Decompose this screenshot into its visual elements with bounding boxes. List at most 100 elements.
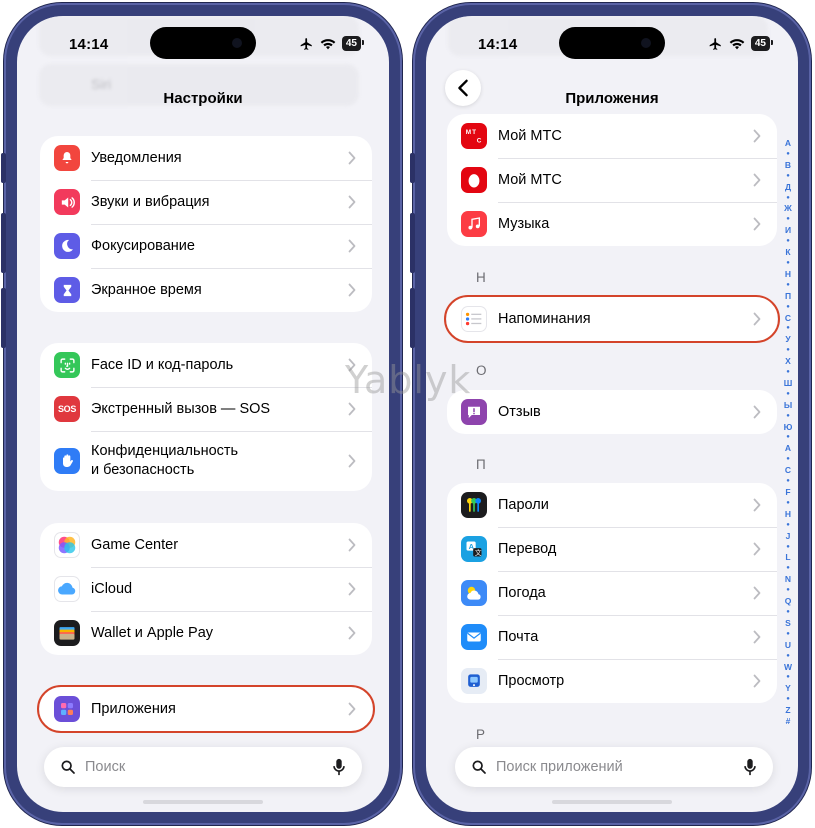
list-item-label: Фокусирование <box>91 237 195 254</box>
svg-text:Т: Т <box>472 129 476 136</box>
list-item-keys[interactable]: Пароли <box>447 483 777 527</box>
list-item-preview[interactable]: Просмотр <box>447 659 777 703</box>
chevron-right-icon <box>753 405 761 419</box>
list-item-sos[interactable]: SOS Экстренный вызов — SOS <box>40 387 372 431</box>
list-item-weather[interactable]: Погода <box>447 571 777 615</box>
wifi-icon <box>320 38 336 49</box>
index-letter[interactable]: U <box>785 640 791 651</box>
index-letter[interactable]: И <box>785 225 791 236</box>
index-letter[interactable]: Y <box>785 683 791 694</box>
index-dot[interactable]: ● <box>786 520 790 531</box>
index-letter[interactable]: Z <box>785 705 790 716</box>
dynamic-island <box>150 27 256 59</box>
list-item-hourglass[interactable]: Экранное время <box>40 268 372 312</box>
index-letter[interactable]: F <box>785 487 790 498</box>
svg-text:С: С <box>477 137 482 144</box>
index-dot[interactable]: ● <box>786 367 790 378</box>
index-dot[interactable]: ● <box>786 563 790 574</box>
list-item-label: Перевод <box>498 540 557 557</box>
list-item-moon[interactable]: Фокусирование <box>40 224 372 268</box>
microphone-icon[interactable] <box>743 758 757 776</box>
list-item-translate[interactable]: A 文 Перевод <box>447 527 777 571</box>
index-letter[interactable]: J <box>786 531 791 542</box>
index-letter[interactable]: C <box>785 465 791 476</box>
index-letter[interactable]: К <box>785 247 790 258</box>
list-item-reminders[interactable]: Напоминания <box>447 297 777 341</box>
index-dot[interactable]: ● <box>786 694 790 705</box>
index-letter[interactable]: Х <box>785 356 791 367</box>
list-item-mail[interactable]: Почта <box>447 615 777 659</box>
index-dot[interactable]: ● <box>786 171 790 182</box>
chevron-right-icon <box>753 217 761 231</box>
index-letter[interactable]: H <box>785 509 791 520</box>
list-item-apps-grid[interactable]: Приложения <box>40 687 372 731</box>
index-letter[interactable]: Д <box>785 182 791 193</box>
list-item-feedback[interactable]: Отзыв <box>447 390 777 434</box>
index-dot[interactable]: ● <box>786 498 790 509</box>
index-letter[interactable]: П <box>785 291 791 302</box>
list-item-mts[interactable]: М Т С Мой МТС <box>447 114 777 158</box>
list-item-speaker[interactable]: Звуки и вибрация <box>40 180 372 224</box>
speaker-icon <box>54 189 80 215</box>
index-dot[interactable]: ● <box>786 476 790 487</box>
index-dot[interactable]: ● <box>786 236 790 247</box>
index-letter[interactable]: S <box>785 618 791 629</box>
left-phone: 14:14 45 Siri Настройки Уведомления Звуки… <box>1 3 402 825</box>
alphabet-index[interactable]: А ● В ● Д ● Ж ● И ● К ● Н ● П ● С ● У ● Х ● Ш ● Ы ● Ю ● A ● C ● F ● H ● J ● L ●… <box>782 138 794 727</box>
index-dot[interactable]: ● <box>786 607 790 618</box>
search-icon <box>472 760 486 774</box>
list-item-label: Мой МТС <box>498 127 562 144</box>
index-dot[interactable]: ● <box>786 302 790 313</box>
index-letter[interactable]: Ш <box>784 378 793 389</box>
index-letter[interactable]: Н <box>785 269 791 280</box>
microphone-icon[interactable] <box>332 758 346 776</box>
index-letter[interactable]: Ю <box>784 422 793 433</box>
index-dot[interactable]: ● <box>786 345 790 356</box>
index-dot[interactable]: ● <box>786 432 790 443</box>
index-letter[interactable]: У <box>785 334 790 345</box>
app-search-bar[interactable]: Поиск приложений <box>455 747 773 787</box>
index-letter[interactable]: N <box>785 574 791 585</box>
section-letter-n: Н <box>476 270 486 285</box>
list-item-hand[interactable]: Конфиденциальность и безопасность <box>40 431 372 491</box>
index-dot[interactable]: ● <box>786 454 790 465</box>
index-dot[interactable]: ● <box>786 411 790 422</box>
list-item-faceid[interactable]: Face ID и код-пароль <box>40 343 372 387</box>
section-letter-r: Р <box>476 727 486 742</box>
list-item-cloud[interactable]: iCloud <box>40 567 372 611</box>
list-item-label: Game Center <box>91 536 179 553</box>
right-phone: 14:14 45 Приложения М Т С Мой МТС Мой МТС Муз… <box>410 3 811 825</box>
hourglass-icon <box>54 277 80 303</box>
index-letter[interactable]: L <box>785 552 790 563</box>
index-dot[interactable]: ● <box>786 149 790 160</box>
index-dot[interactable]: ● <box>786 542 790 553</box>
index-dot[interactable]: ● <box>786 389 790 400</box>
index-dot[interactable]: ● <box>786 280 790 291</box>
index-dot[interactable]: ● <box>786 214 790 225</box>
index-letter[interactable]: Q <box>785 596 792 607</box>
home-indicator <box>552 800 672 804</box>
index-letter[interactable]: Ы <box>784 400 792 411</box>
list-item-mts-egg[interactable]: Мой МТС <box>447 158 777 202</box>
index-letter[interactable]: С <box>785 313 791 324</box>
index-letter[interactable]: В <box>785 160 791 171</box>
index-dot[interactable]: ● <box>786 672 790 683</box>
index-dot[interactable]: ● <box>786 193 790 204</box>
index-dot[interactable]: ● <box>786 585 790 596</box>
search-bar[interactable]: Поиск <box>44 747 362 787</box>
list-item-bell[interactable]: Уведомления <box>40 136 372 180</box>
list-item-gamecenter[interactable]: Game Center <box>40 523 372 567</box>
index-dot[interactable]: ● <box>786 651 790 662</box>
index-letter[interactable]: А <box>785 138 791 149</box>
index-dot[interactable]: ● <box>786 629 790 640</box>
index-dot[interactable]: ● <box>786 258 790 269</box>
list-item-wallet[interactable]: Wallet и Apple Pay <box>40 611 372 655</box>
index-letter[interactable]: W <box>784 662 792 673</box>
list-item-music[interactable]: Музыка <box>447 202 777 246</box>
chevron-right-icon <box>753 312 761 326</box>
index-letter[interactable]: A <box>785 443 791 454</box>
index-letter[interactable]: Ж <box>784 203 792 214</box>
index-letter[interactable]: # <box>786 716 791 727</box>
status-bar: 14:14 45 <box>17 16 389 68</box>
index-dot[interactable]: ● <box>786 323 790 334</box>
